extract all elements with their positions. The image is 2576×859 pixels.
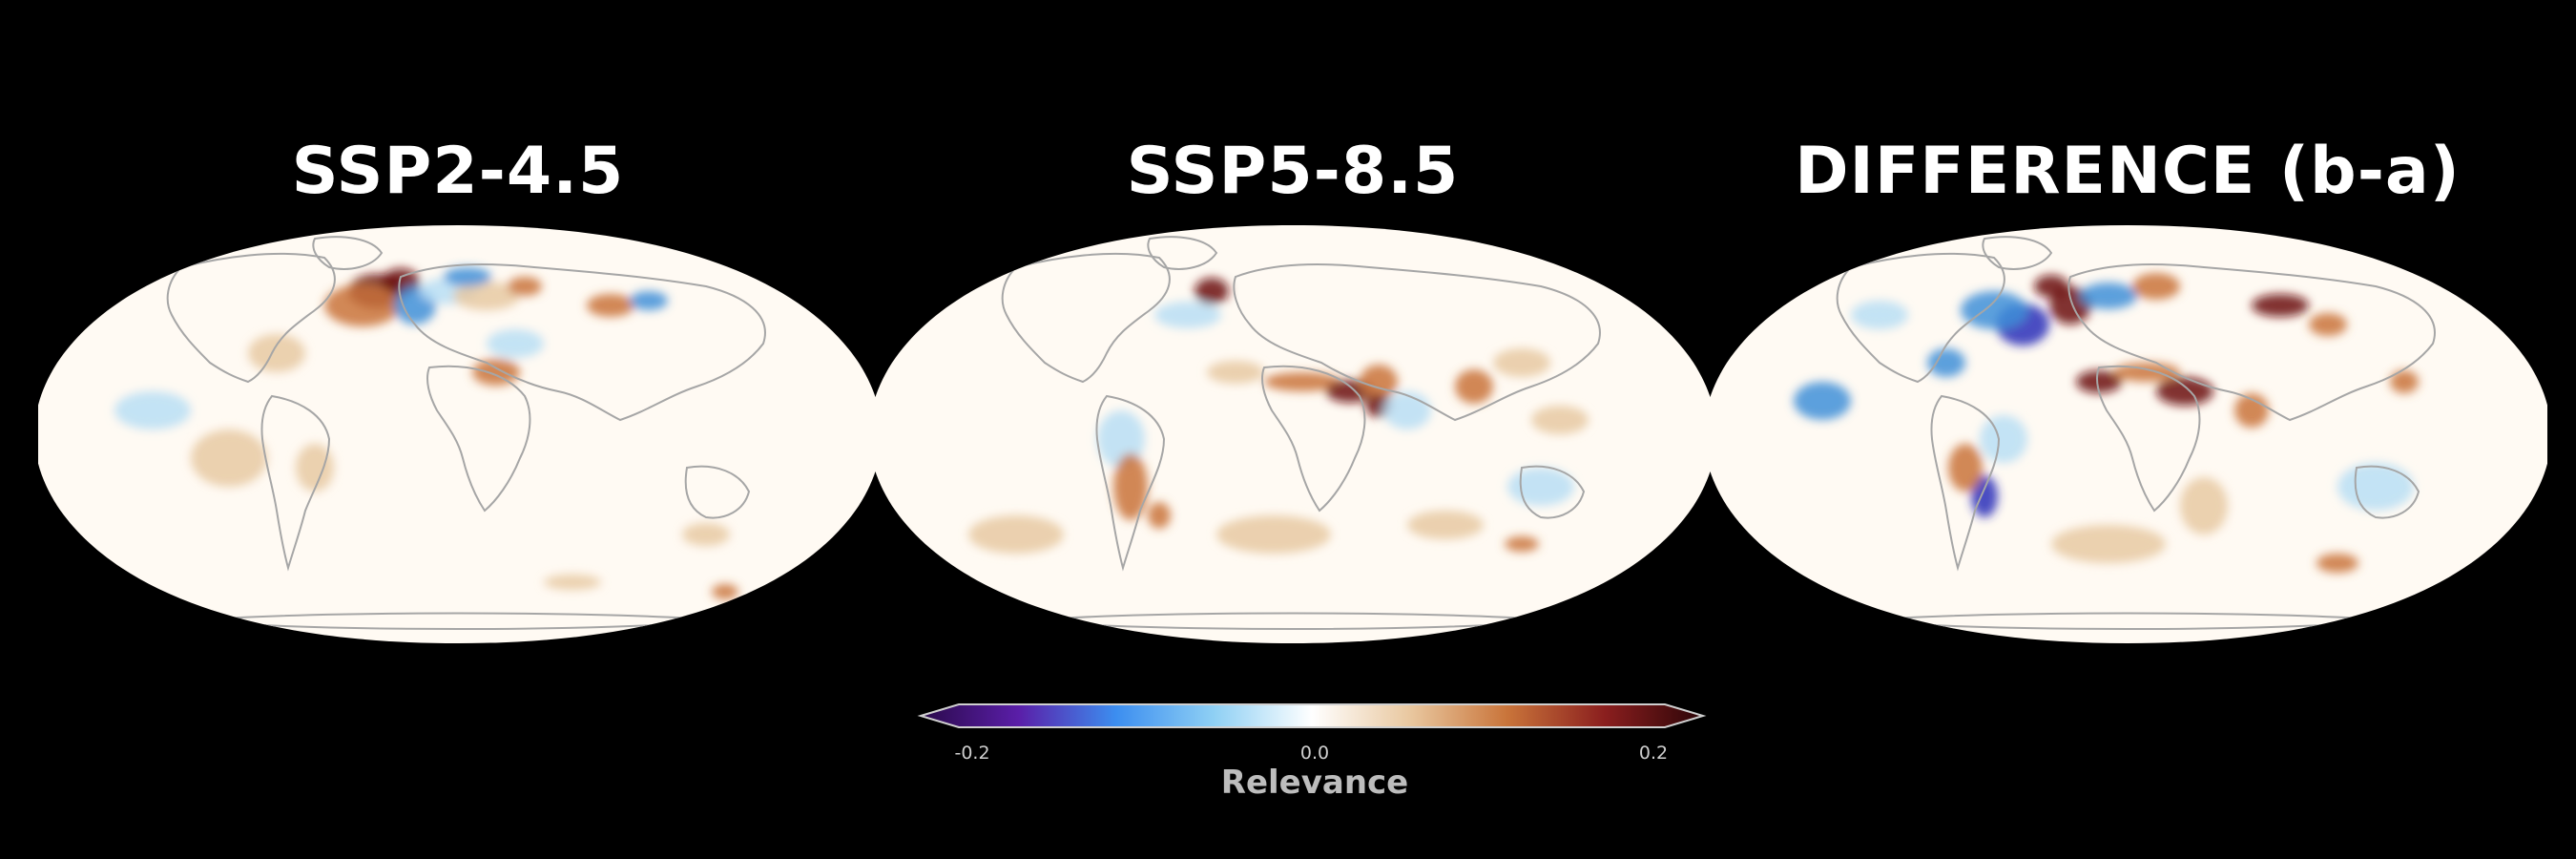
panel-title-difference: DIFFERENCE (b-a) (1795, 134, 2461, 209)
relevance-patch (444, 267, 491, 286)
relevance-patch (2316, 554, 2358, 573)
relevance-patch (1216, 515, 1331, 554)
map-ssp585 (873, 225, 1713, 643)
relevance-patch (2034, 275, 2068, 298)
relevance-patch (1407, 511, 1484, 539)
relevance-patch (191, 430, 267, 487)
relevance-patch (2132, 273, 2180, 300)
relevance-patch (1148, 502, 1171, 529)
relevance-patch (2180, 477, 2228, 534)
relevance-patch (2051, 525, 2166, 563)
relevance-patch (587, 294, 634, 317)
relevance-patch (114, 391, 191, 430)
relevance-patch (1154, 302, 1221, 328)
relevance-patch (544, 575, 601, 590)
relevance-patch (1207, 361, 1264, 384)
relevance-patch (508, 277, 542, 296)
colorbar-label: Relevance (1220, 764, 1409, 802)
relevance-patch (1961, 291, 2027, 329)
relevance-patch (968, 515, 1064, 554)
relevance-patch (1927, 348, 1965, 377)
map-background (873, 225, 1713, 643)
relevance-patch (1980, 415, 2027, 463)
relevance-patch (1851, 301, 1908, 329)
relevance-patch (1493, 348, 1550, 377)
relevance-patch (1113, 453, 1148, 520)
panel-title-ssp245: SSP2-4.5 (291, 134, 625, 209)
relevance-patch (2156, 377, 2213, 406)
relevance-patch (472, 359, 520, 386)
relevance-patch (712, 584, 738, 599)
relevance-patch (1383, 391, 1431, 430)
relevance-patch (1455, 369, 1493, 404)
relevance-patch (2080, 283, 2137, 309)
relevance-patch (487, 329, 544, 358)
relevance-patch (1195, 278, 1229, 304)
relevance-patch (248, 334, 305, 372)
colorbar-tick-max: 0.2 (1638, 743, 1669, 764)
map-difference (1708, 225, 2547, 643)
relevance-patch (2252, 294, 2309, 317)
relevance-patch (2309, 313, 2347, 336)
relevance-patch (630, 291, 668, 310)
relevance-patch (1794, 382, 1851, 420)
relevance-patch (2337, 463, 2414, 511)
relevance-patch (682, 523, 730, 546)
relevance-patch (1948, 444, 1983, 492)
relevance-patch (324, 284, 401, 326)
colorbar-bar (917, 703, 1707, 728)
colorbar-tick-zero: 0.0 (1299, 743, 1330, 764)
relevance-patch (1505, 536, 1539, 552)
map-ssp245 (38, 225, 878, 643)
panel-title-ssp585: SSP5-8.5 (1126, 134, 1460, 209)
colorbar-tick-min: -0.2 (954, 743, 990, 764)
relevance-patch (1531, 406, 1589, 434)
relevance-patch (1360, 365, 1398, 399)
